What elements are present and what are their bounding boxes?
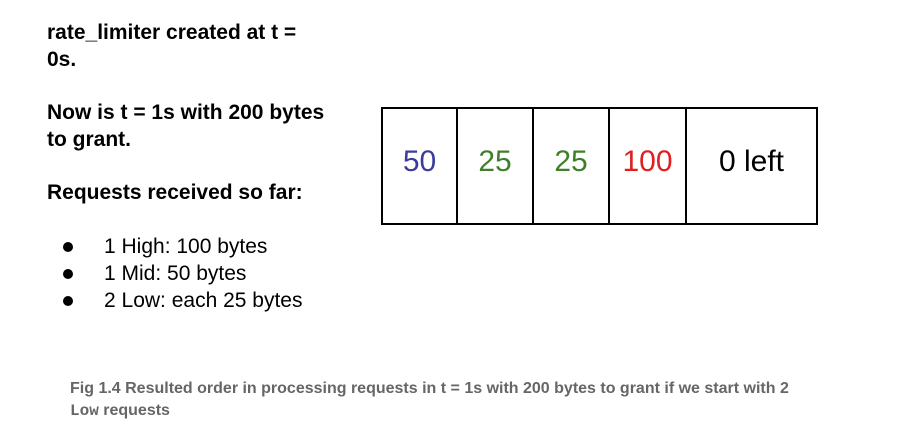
list-item: 2 Low: each 25 bytes [47, 287, 327, 314]
requests-heading: Requests received so far: [47, 181, 303, 204]
created-text: rate_limiter created at t = 0s. [47, 21, 297, 71]
now-text: Now is t = 1s with 200 bytes to grant. [47, 101, 325, 151]
caption-text: Fig 1.4 Resulted order in processing req… [70, 380, 789, 397]
request-label: 1 Mid: 50 bytes [104, 262, 247, 285]
grant-order-row: 50 25 25 100 0 left [381, 107, 818, 225]
request-label: 2 Low: each 25 bytes [104, 289, 303, 312]
requests-list: 1 High: 100 bytes 1 Mid: 50 bytes 2 Low:… [47, 233, 327, 314]
bullet-icon [63, 296, 73, 306]
slot-cell: 100 [610, 109, 687, 223]
list-item: 1 Mid: 50 bytes [47, 260, 327, 287]
bullet-icon [63, 269, 73, 279]
request-label: 1 High: 100 bytes [104, 235, 268, 258]
figure-caption: Fig 1.4 Resulted order in processing req… [70, 378, 870, 422]
slot-cell: 50 [383, 109, 458, 223]
caption-text-end: requests [98, 402, 170, 419]
list-item: 1 High: 100 bytes [47, 233, 327, 260]
caption-code: Low [70, 402, 99, 420]
remaining-cell: 0 left [718, 145, 785, 178]
slot-cell: 25 [534, 109, 610, 223]
slot-cell: 25 [458, 109, 534, 223]
bullet-icon [63, 242, 73, 252]
